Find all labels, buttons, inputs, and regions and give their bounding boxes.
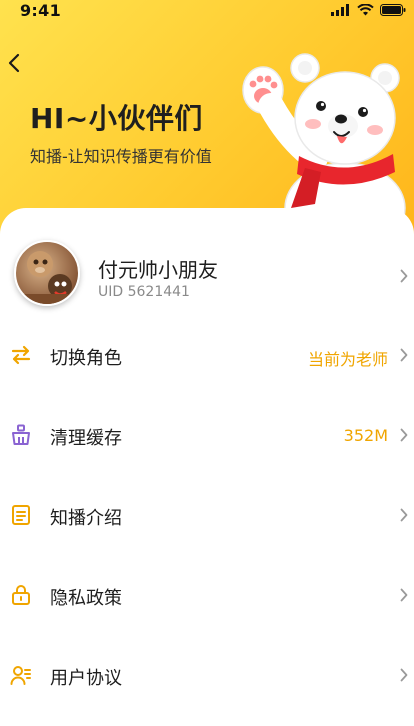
- polar-bear-mascot-illustration: [242, 53, 406, 218]
- menu-item-label: 隐私政策: [50, 588, 122, 609]
- signal-icon: [331, 4, 349, 16]
- lock-icon: [12, 585, 30, 605]
- chevron-left-icon: [8, 53, 20, 73]
- chevron-right-icon: [400, 348, 408, 362]
- menu-item-label: 切换角色: [50, 348, 122, 369]
- battery-icon: [380, 4, 406, 16]
- menu-item-label: 知播介绍: [50, 508, 122, 529]
- menu-item-value: 当前为老师: [307, 350, 388, 369]
- status-bar: 9:41: [0, 0, 414, 24]
- avatar-image: [16, 251, 78, 304]
- hero-subtitle: 知播-让知识传播更有价值: [30, 147, 212, 166]
- back-button[interactable]: [4, 50, 24, 76]
- header-banner: 9:41 HI~小伙伴们 知播-让知识传播更有价值: [0, 0, 414, 240]
- document-icon: [12, 505, 30, 525]
- menu-item-switch-role[interactable]: 切换角色 当前为老师: [0, 330, 414, 380]
- hero-title: HI~小伙伴们: [30, 102, 203, 135]
- wifi-icon: [357, 4, 374, 16]
- profile-name: 付元帅小朋友: [98, 258, 218, 282]
- menu-item-label: 清理缓存: [50, 428, 122, 449]
- profile-row[interactable]: 付元帅小朋友 UID 5621441: [0, 240, 414, 312]
- menu-item-clear-cache[interactable]: 清理缓存 352M: [0, 410, 414, 460]
- chevron-right-icon: [400, 428, 408, 442]
- swap-icon: [11, 345, 31, 365]
- profile-uid: UID 5621441: [98, 284, 190, 300]
- menu-item-user-agreement[interactable]: 用户协议: [0, 650, 414, 700]
- menu-item-value: 352M: [343, 426, 388, 445]
- chevron-right-icon: [400, 269, 408, 283]
- broom-icon: [12, 424, 30, 445]
- chevron-right-icon: [400, 668, 408, 682]
- status-time: 9:41: [20, 1, 61, 20]
- chevron-right-icon: [400, 508, 408, 522]
- chevron-right-icon: [400, 588, 408, 602]
- status-icons: [331, 4, 406, 16]
- menu-item-label: 用户协议: [50, 668, 122, 689]
- menu-item-about[interactable]: 知播介绍: [0, 490, 414, 540]
- user-agreement-icon: [10, 666, 31, 685]
- menu-item-privacy-policy[interactable]: 隐私政策: [0, 570, 414, 620]
- avatar: [14, 240, 80, 306]
